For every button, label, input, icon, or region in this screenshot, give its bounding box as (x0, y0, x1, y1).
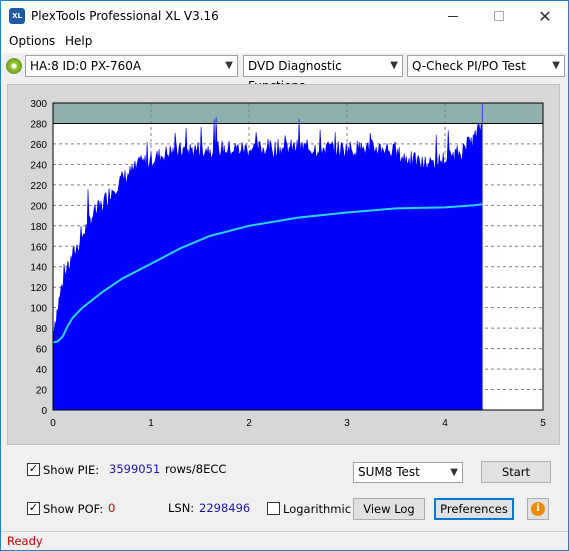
x-tick-label: 2 (246, 418, 252, 429)
y-tick-label: 20 (36, 386, 48, 397)
drive-select-value: HA:8 ID:0 PX-760A (30, 59, 142, 73)
minimize-icon (448, 15, 458, 17)
menu-bar: Options Help (1, 31, 568, 53)
sum-test-value: SUM8 Test (358, 465, 420, 479)
y-tick-label: 80 (36, 324, 48, 335)
chevron-down-icon: ▼ (450, 467, 458, 478)
info-button[interactable]: i (527, 498, 549, 520)
window-title: PlexTools Professional XL V3.16 (31, 9, 219, 23)
show-pie-label: Show PIE: (43, 463, 100, 477)
plextools-logo-icon: XL (9, 8, 25, 24)
test-select[interactable]: Q-Check PI/PO Test ▼ (407, 55, 565, 77)
toolbar: HA:8 ID:0 PX-760A ▼ DVD Diagnostic Funct… (1, 53, 568, 93)
x-tick-label: 5 (540, 418, 546, 429)
show-pof-checkbox[interactable]: ✓ (27, 502, 40, 515)
chevron-down-icon: ▼ (552, 60, 560, 71)
chevron-down-icon: ▼ (390, 60, 398, 71)
y-tick-label: 100 (30, 304, 47, 315)
x-tick-label: 3 (344, 418, 350, 429)
close-icon: ✕ (538, 6, 552, 26)
info-icon: i (531, 502, 545, 516)
app-window: XL PlexTools Professional XL V3.16 ✕ Opt… (0, 0, 569, 551)
x-tick-label: 1 (148, 418, 154, 429)
controls-panel: ✓ Show PIE: 3599051 rows/8ECC SUM8 Test … (7, 451, 560, 529)
y-tick-label: 240 (30, 160, 47, 171)
logarithmic-label: Logarithmic (283, 502, 352, 516)
pie-value: 3599051 (109, 462, 161, 476)
menu-help[interactable]: Help (65, 34, 92, 48)
status-text: Ready (7, 534, 43, 548)
y-tick-label: 200 (30, 201, 47, 212)
disc-drive-icon (6, 58, 22, 74)
y-tick-label: 0 (41, 406, 47, 417)
x-tick-label: 0 (50, 418, 56, 429)
close-button[interactable]: ✕ (522, 1, 568, 31)
view-log-button[interactable]: View Log (353, 498, 425, 520)
y-tick-label: 180 (30, 222, 47, 233)
y-tick-label: 40 (36, 365, 48, 376)
x-tick-label: 4 (442, 418, 448, 429)
drive-select[interactable]: HA:8 ID:0 PX-760A ▼ (25, 55, 238, 77)
start-button[interactable]: Start (481, 461, 551, 483)
y-tick-label: 220 (30, 181, 47, 192)
function-select[interactable]: DVD Diagnostic Functions ▼ (243, 55, 403, 93)
test-select-value: Q-Check PI/PO Test (412, 59, 526, 73)
lsn-label: LSN: (168, 501, 195, 515)
chevron-down-icon: ▼ (225, 60, 233, 71)
y-tick-label: 60 (36, 345, 48, 356)
y-tick-label: 280 (30, 119, 47, 130)
y-tick-label: 120 (30, 283, 47, 294)
logarithmic-checkbox[interactable] (267, 502, 280, 515)
over-threshold-band (53, 103, 543, 124)
preferences-button[interactable]: Preferences (434, 498, 514, 520)
y-tick-label: 140 (30, 263, 47, 274)
pi-po-chart: 0204060801001201401601802002202402602803… (30, 99, 546, 429)
show-pie-checkbox[interactable]: ✓ (27, 463, 40, 476)
y-tick-label: 260 (30, 140, 47, 151)
show-pof-label: Show POF: (43, 502, 104, 516)
title-bar: XL PlexTools Professional XL V3.16 ✕ (1, 1, 568, 31)
y-tick-label: 300 (30, 99, 47, 110)
chart-panel: 0 20 40 60 80 100 120 140 160 180 200 220 240 260 280 3… (7, 84, 560, 445)
lsn-value: 2298496 (199, 501, 251, 515)
status-bar: Ready (1, 531, 568, 550)
y-tick-label: 160 (30, 242, 47, 253)
minimize-button[interactable] (430, 1, 476, 31)
maximize-icon (494, 11, 504, 21)
pie-unit: rows/8ECC (165, 462, 227, 476)
menu-options[interactable]: Options (9, 34, 55, 48)
maximize-button[interactable] (476, 1, 522, 31)
sum-test-select[interactable]: SUM8 Test ▼ (353, 462, 463, 483)
pof-value: 0 (108, 501, 116, 515)
